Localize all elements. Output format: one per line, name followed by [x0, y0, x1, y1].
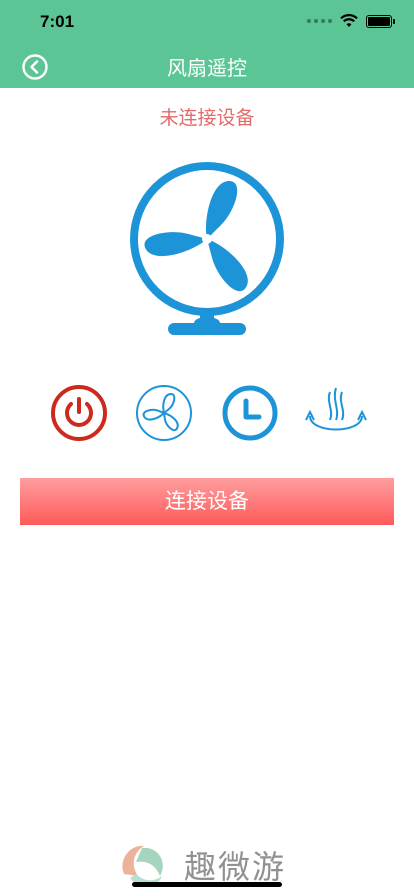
wind-speed-button[interactable] — [135, 384, 193, 442]
power-button[interactable] — [50, 384, 108, 442]
timer-button[interactable] — [221, 384, 279, 442]
watermark: 趣微游 — [114, 836, 314, 896]
status-time: 7:01 — [40, 12, 75, 31]
connect-device-button[interactable]: 连接设备 — [20, 478, 394, 525]
battery-icon — [366, 14, 395, 28]
header-bar: 7:01 风扇遥控 — [0, 0, 414, 88]
cellular-signal-icon — [307, 19, 332, 23]
connection-status: 未连接设备 — [159, 107, 255, 129]
fan-icon — [130, 162, 284, 335]
wifi-icon — [340, 14, 358, 27]
page-title: 风扇遥控 — [167, 56, 247, 80]
status-icons — [307, 14, 395, 28]
swing-button[interactable] — [304, 384, 368, 442]
home-indicator — [132, 882, 282, 887]
